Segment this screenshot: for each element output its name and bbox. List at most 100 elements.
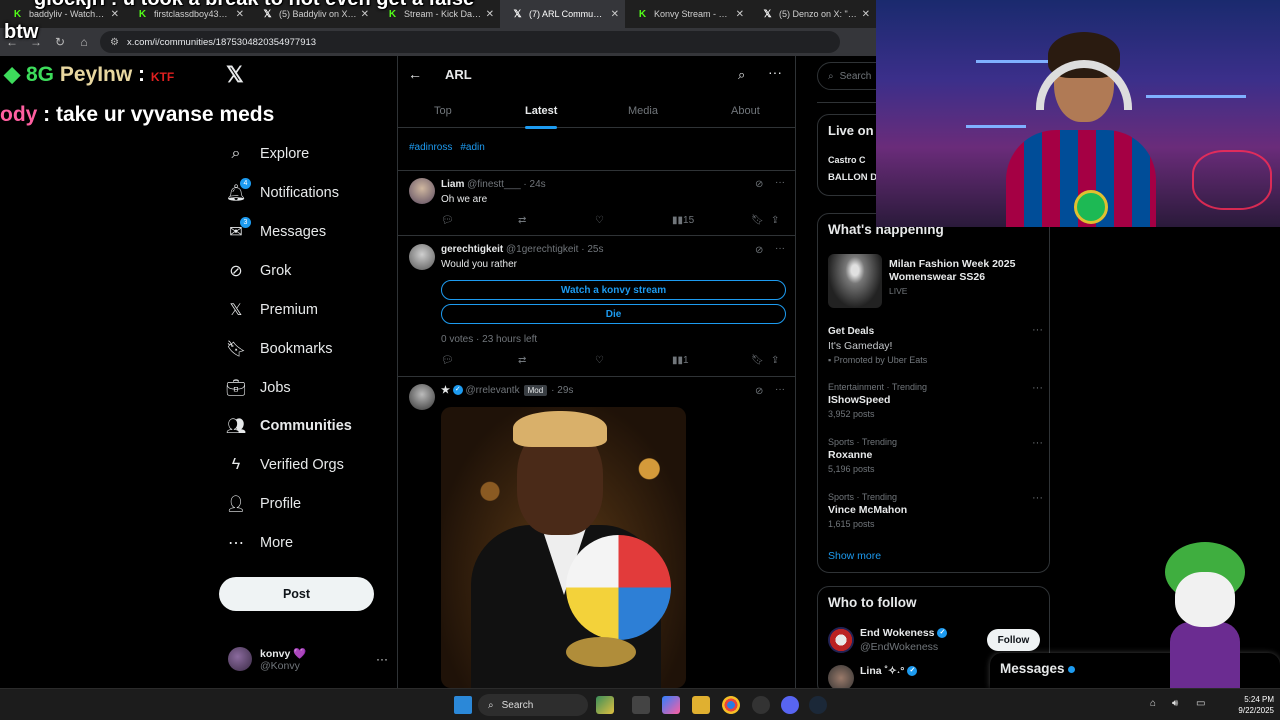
network-icon[interactable]: ⌂ xyxy=(1150,698,1156,709)
image-beach-ball xyxy=(566,535,671,640)
views-icon[interactable]: ▮▮ 15 xyxy=(672,215,694,226)
chrome-icon[interactable] xyxy=(722,696,740,714)
steam-icon[interactable] xyxy=(809,696,827,714)
tab-top[interactable]: Top xyxy=(434,94,452,128)
share-icon[interactable]: ⇪ xyxy=(771,215,779,226)
like-icon[interactable]: ♡ xyxy=(595,355,604,366)
more-icon[interactable]: ··· xyxy=(768,64,782,80)
follow-suggestion[interactable]: End Wokeness ✓ @EndWokeness Follow xyxy=(828,625,1043,655)
account-switcher[interactable]: konvy 💜 @Konvy ··· xyxy=(228,644,388,674)
task-view-icon[interactable] xyxy=(632,696,650,714)
bookmark-icon[interactable]: 🔖︎ xyxy=(751,215,764,226)
nav-item-messages[interactable]: ✉ 3 Messages xyxy=(226,217,326,247)
windows-start-icon[interactable] xyxy=(454,696,472,714)
more-icon[interactable]: ··· xyxy=(1032,437,1043,449)
message-badge: 3 xyxy=(240,217,251,228)
back-arrow-icon[interactable]: ← xyxy=(408,66,428,82)
poll-option[interactable]: Watch a konvy stream xyxy=(441,280,786,300)
retweet-icon[interactable]: ⇄ xyxy=(518,215,526,226)
nav-item-jobs[interactable]: 💼︎ Jobs xyxy=(226,373,291,403)
reply-icon[interactable]: 💬︎ xyxy=(441,355,454,366)
show-more-link[interactable]: Show more xyxy=(828,550,881,562)
nav-item-verified-orgs[interactable]: ϟ Verified Orgs xyxy=(226,450,344,480)
battery-icon[interactable]: ▭ xyxy=(1196,698,1205,709)
more-icon[interactable]: ··· xyxy=(1032,492,1043,504)
nav-item-profile[interactable]: 👤︎ Profile xyxy=(226,489,301,519)
like-icon[interactable]: ♡ xyxy=(595,215,604,226)
close-tab-icon[interactable]: ✕ xyxy=(862,9,870,20)
avatar[interactable] xyxy=(828,627,854,653)
chat-emote-icon: KTF xyxy=(150,70,175,84)
trend-item[interactable]: Entertainment · Trending IShowSpeed 3,95… xyxy=(828,382,1043,419)
views-icon[interactable]: ▮▮ 1 xyxy=(672,355,689,366)
copilot-icon[interactable] xyxy=(662,696,680,714)
person-icon: 👤︎ xyxy=(225,496,247,513)
search-icon: ⌕ xyxy=(231,145,241,162)
windows-taskbar: ⌕ Search ⌂ 🔊︎ ▭ 5:24 PM 9/22/2025 xyxy=(0,688,1280,720)
close-tab-icon[interactable]: ✕ xyxy=(611,9,619,20)
tweet-actions: 💬︎ ⇄ ♡ ▮▮ 15 🔖︎ ⇪ xyxy=(441,215,786,229)
browser-tab-active[interactable]: 𝕏 (7) ARL Community / ✕ xyxy=(500,0,625,28)
community-title: ARL xyxy=(445,66,472,82)
grok-icon[interactable]: ⊘ xyxy=(755,179,763,190)
more-circle-icon: ⋯ xyxy=(228,535,244,552)
trend-item[interactable]: Get Deals It's Gameday! ▪ Promoted by Ub… xyxy=(828,324,1043,365)
nav-item-grok[interactable]: ⊘ Grok xyxy=(226,256,291,286)
hashtag-link[interactable]: #adin xyxy=(460,142,484,153)
retweet-icon[interactable]: ⇄ xyxy=(518,355,526,366)
grok-icon: ⊘ xyxy=(229,263,243,280)
app-icon[interactable] xyxy=(752,696,770,714)
tab-latest[interactable]: Latest xyxy=(525,94,558,129)
discord-icon[interactable] xyxy=(781,696,799,714)
nav-item-communities[interactable]: 👥︎ Communities xyxy=(226,411,352,441)
reply-icon[interactable]: 💬︎ xyxy=(441,215,454,226)
more-icon[interactable]: ··· xyxy=(1032,382,1043,394)
follow-button[interactable]: Follow xyxy=(987,629,1040,651)
grok-icon[interactable]: ⊘ xyxy=(755,386,763,397)
home-icon[interactable]: ⌂ xyxy=(72,30,96,54)
file-explorer-icon[interactable] xyxy=(692,696,710,714)
nav-item-premium[interactable]: 𝕏 Premium xyxy=(226,295,318,325)
nav-item-notifications[interactable]: 🔔︎ 4 Notifications xyxy=(226,178,339,208)
live-host[interactable]: Castro C xyxy=(828,155,866,165)
chat-overlay-line: glockjrl : u took a break to not even ge… xyxy=(34,0,474,11)
share-icon[interactable]: ⇪ xyxy=(771,355,779,366)
browser-tab[interactable]: K Konvy Stream - Watc ✕ xyxy=(625,0,750,28)
more-icon[interactable]: ··· xyxy=(775,177,785,188)
browser-tab[interactable]: 𝕏 (5) Denzo on X: "me ✕ xyxy=(750,0,876,28)
more-icon[interactable]: ··· xyxy=(376,652,388,666)
poll-option[interactable]: Die xyxy=(441,304,786,324)
tab-media[interactable]: Media xyxy=(628,94,658,128)
trend-item[interactable]: Sports · Trending Vince McMahon 1,615 po… xyxy=(828,492,1043,529)
search-icon[interactable]: ⌕ xyxy=(738,67,745,83)
screen: { "browser": { "tabs": [ {"icon": "kick-… xyxy=(0,0,1280,720)
taskbar-search[interactable]: ⌕ Search xyxy=(478,694,588,716)
x-logo-icon[interactable]: 𝕏 xyxy=(226,62,244,88)
hashtag-link[interactable]: #adinross xyxy=(409,142,452,153)
url-field[interactable]: ⚙ x.com/i/communities/1875304820354977913 xyxy=(100,31,840,53)
nav-item-bookmarks[interactable]: 🔖︎ Bookmarks xyxy=(226,334,333,364)
avatar[interactable] xyxy=(409,178,435,204)
reload-icon[interactable]: ↻ xyxy=(48,30,72,54)
volume-icon[interactable]: 🔊︎ xyxy=(1172,698,1178,709)
account-name: konvy 💜 xyxy=(260,647,307,660)
avatar[interactable] xyxy=(409,244,435,270)
more-icon[interactable]: ··· xyxy=(775,243,785,254)
close-tab-icon[interactable]: ✕ xyxy=(736,9,744,20)
nav-item-more[interactable]: ⋯ More xyxy=(226,528,293,558)
close-tab-icon[interactable]: ✕ xyxy=(486,9,494,20)
tab-about[interactable]: About xyxy=(731,94,760,128)
nav-item-explore[interactable]: ⌕ Explore xyxy=(226,139,310,169)
taskbar-clock[interactable]: 5:24 PM 9/22/2025 xyxy=(1222,694,1274,716)
live-title[interactable]: BALLON D xyxy=(828,172,877,183)
post-button[interactable]: Post xyxy=(219,577,374,611)
more-icon[interactable]: ··· xyxy=(775,384,785,395)
site-info-icon[interactable]: ⚙ xyxy=(110,37,119,48)
bookmark-icon[interactable]: 🔖︎ xyxy=(751,355,764,366)
widgets-icon[interactable] xyxy=(596,696,614,714)
grok-icon[interactable]: ⊘ xyxy=(755,245,763,256)
trend-item[interactable]: Sports · Trending Roxanne 5,196 posts ··… xyxy=(828,437,1043,474)
more-icon[interactable]: ··· xyxy=(1032,324,1043,336)
tweet-image[interactable] xyxy=(441,407,686,688)
avatar[interactable] xyxy=(409,384,435,410)
